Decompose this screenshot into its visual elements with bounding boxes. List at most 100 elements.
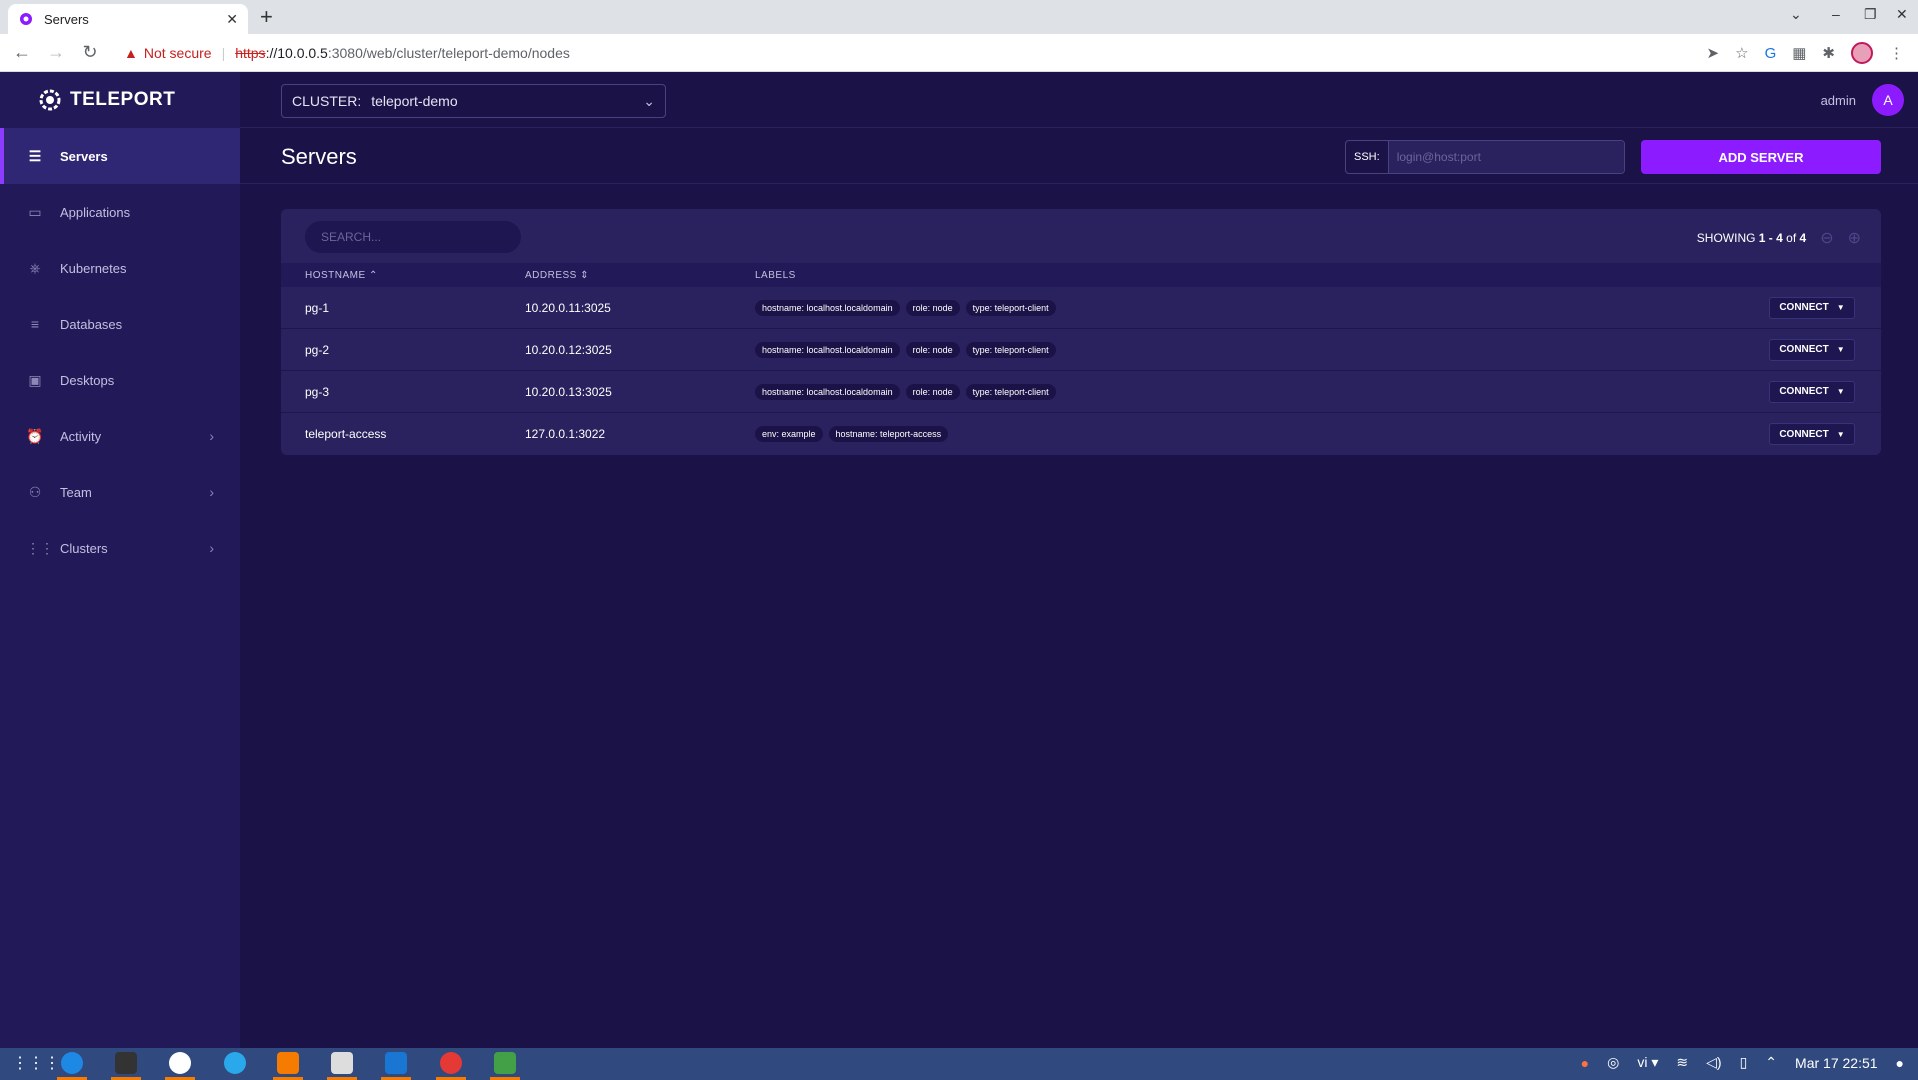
label-chip: role: node [905, 341, 960, 358]
url-separator: | [221, 44, 226, 61]
label-chip: type: teleport-client [965, 383, 1056, 400]
clock[interactable]: Mar 17 22:51 [1795, 1055, 1878, 1071]
app-icon[interactable] [169, 1052, 191, 1074]
desktop-icon: ▣ [28, 372, 42, 388]
avatar[interactable]: A [1872, 84, 1904, 116]
teamviewer-icon[interactable] [61, 1052, 83, 1074]
tray-expand-icon[interactable]: ⌃ [1765, 1054, 1777, 1071]
tray-app-icon[interactable]: ◎ [1607, 1054, 1619, 1071]
sidebar-item-activity[interactable]: ⏰ Activity › [0, 408, 240, 464]
table-body: pg-1 10.20.0.11:3025 hostname: localhost.l… [281, 287, 1881, 455]
chevron-down-icon: ⌄ [643, 92, 655, 109]
table-header: HOSTNAME ⌃ ADDRESS ⇕ LABELS [281, 263, 1881, 287]
browser-tabbar: Servers ✕ + ⌄ – ❐ ✕ [0, 0, 1918, 34]
logo-text: TELEPORT [70, 89, 176, 110]
translate-icon[interactable]: G [1765, 45, 1777, 62]
label-chip: role: node [905, 383, 960, 400]
hostname-cell: pg-3 [305, 384, 330, 399]
telegram-icon[interactable] [224, 1052, 246, 1074]
add-server-button[interactable]: ADD SERVER [1641, 140, 1881, 174]
url-field[interactable]: ▲ Not secure | https://10.0.0.5:3080/web… [124, 45, 570, 61]
browser-menu-icon[interactable]: ⋮ [1889, 44, 1904, 62]
send-icon[interactable]: ➤ [1707, 44, 1720, 62]
next-page-icon[interactable]: ⊕ [1848, 228, 1861, 248]
tab-search-icon[interactable]: ⌄ [1790, 6, 1802, 23]
volume-icon[interactable]: ◁) [1706, 1054, 1721, 1071]
tab-title: Servers [44, 11, 89, 27]
sidebar-item-desktops[interactable]: ▣ Desktops [0, 352, 240, 408]
browser-tab[interactable]: Servers ✕ [8, 4, 248, 34]
table-row: pg-1 10.20.0.11:3025 hostname: localhost.l… [281, 287, 1881, 329]
chevron-right-icon: › [209, 540, 214, 556]
sidebar-item-label: Servers [60, 148, 108, 164]
connect-button[interactable]: CONNECT ▼ [1769, 296, 1855, 319]
sidebar-item-clusters[interactable]: ⋮⋮ Clusters › [0, 520, 240, 576]
top-bar: CLUSTER: teleport-demo ⌄ admin A [240, 72, 1918, 128]
hostname-cell: pg-2 [305, 342, 330, 357]
sidebar-item-label: Clusters [60, 540, 108, 556]
new-tab-icon[interactable]: + [260, 5, 273, 29]
teleport-logo[interactable]: TELEPORT [0, 72, 240, 128]
sidebar-item-label: Activity [60, 428, 102, 444]
ssh-label: SSH: [1346, 141, 1389, 173]
sidebar: TELEPORT ☰ Servers ▭ Applications ⎈ Kube… [0, 72, 240, 1048]
sort-asc-icon: ⌃ [368, 269, 378, 281]
notification-icon[interactable]: ● [1896, 1055, 1904, 1071]
extensions-icon[interactable]: ✱ [1822, 44, 1835, 62]
sidebar-item-applications[interactable]: ▭ Applications [0, 184, 240, 240]
column-hostname[interactable]: HOSTNAME ⌃ [281, 270, 525, 281]
page-header: Servers SSH: ADD SERVER [240, 128, 1918, 184]
label-chip: env: example [755, 426, 823, 442]
clusters-icon: ⋮⋮ [26, 540, 54, 556]
table-row: teleport-access 127.0.0.1:3022 env: exampl… [281, 413, 1881, 455]
virtualbox-icon[interactable] [277, 1052, 299, 1074]
sidebar-item-kubernetes[interactable]: ⎈ Kubernetes [0, 240, 240, 296]
connect-button[interactable]: CONNECT ▼ [1769, 380, 1855, 403]
terminal-icon[interactable] [115, 1052, 137, 1074]
forward-icon[interactable]: → [42, 42, 70, 63]
qr-code-icon[interactable]: ▦ [1792, 44, 1806, 62]
user-menu[interactable]: admin A [1821, 84, 1904, 116]
caret-down-icon: ▼ [1836, 345, 1845, 354]
chevron-right-icon: › [209, 484, 214, 500]
main-content: CLUSTER: teleport-demo ⌄ admin A Servers… [240, 72, 1918, 1048]
url-path: :3080/web/cluster/teleport-demo/nodes [327, 44, 570, 61]
pagination: SHOWING 1 - 4 of 4 ⊖ ⊕ [1697, 228, 1861, 248]
labels-cell: hostname: localhost.localdomain role: nod… [755, 299, 1769, 316]
ssh-input[interactable] [1388, 141, 1624, 173]
sidebar-item-team[interactable]: ⚇ Team › [0, 464, 240, 520]
connect-button[interactable]: CONNECT ▼ [1769, 423, 1855, 445]
minimize-icon[interactable]: – [1832, 6, 1840, 22]
close-tab-icon[interactable]: ✕ [226, 11, 238, 28]
cluster-select[interactable]: CLUSTER: teleport-demo ⌄ [281, 84, 666, 118]
reload-icon[interactable]: ↻ [76, 42, 104, 63]
chevron-right-icon: › [209, 428, 214, 444]
wifi-icon[interactable]: ≋ [1676, 1054, 1688, 1071]
teleport-favicon-icon [20, 13, 32, 25]
spreadsheet-icon[interactable] [494, 1052, 516, 1074]
battery-icon[interactable]: ▯ [1740, 1054, 1748, 1071]
firefox-tray-icon[interactable]: ● [1581, 1055, 1589, 1071]
keyboard-layout[interactable]: vi ▾ [1637, 1054, 1658, 1071]
table-row: pg-2 10.20.0.12:3025 hostname: localhost.l… [281, 329, 1881, 371]
prev-page-icon[interactable]: ⊖ [1820, 228, 1833, 248]
app-grid-icon[interactable]: ⋮⋮⋮ [12, 1053, 60, 1073]
connect-button[interactable]: CONNECT ▼ [1769, 338, 1855, 361]
sidebar-item-servers[interactable]: ☰ Servers [0, 128, 240, 184]
caret-down-icon: ▼ [1836, 303, 1845, 312]
search-input[interactable] [305, 221, 521, 253]
sidebar-item-databases[interactable]: ≡ Databases [0, 296, 240, 352]
files-icon[interactable] [331, 1052, 353, 1074]
bookmark-star-icon[interactable]: ☆ [1735, 44, 1748, 62]
back-icon[interactable]: ← [8, 42, 36, 63]
column-address[interactable]: ADDRESS ⇕ [525, 270, 755, 281]
restore-icon[interactable]: ❐ [1864, 6, 1877, 23]
not-secure-label: Not secure [143, 44, 212, 61]
label-chip: hostname: teleport-access [828, 426, 949, 442]
vscode-icon[interactable] [385, 1052, 407, 1074]
chrome-icon[interactable] [440, 1052, 462, 1074]
profile-avatar[interactable] [1851, 42, 1873, 64]
label-chip: type: teleport-client [965, 299, 1056, 316]
window-close-icon[interactable]: ✕ [1896, 6, 1908, 23]
pagination-text: SHOWING 1 - 4 of 4 [1696, 231, 1807, 245]
